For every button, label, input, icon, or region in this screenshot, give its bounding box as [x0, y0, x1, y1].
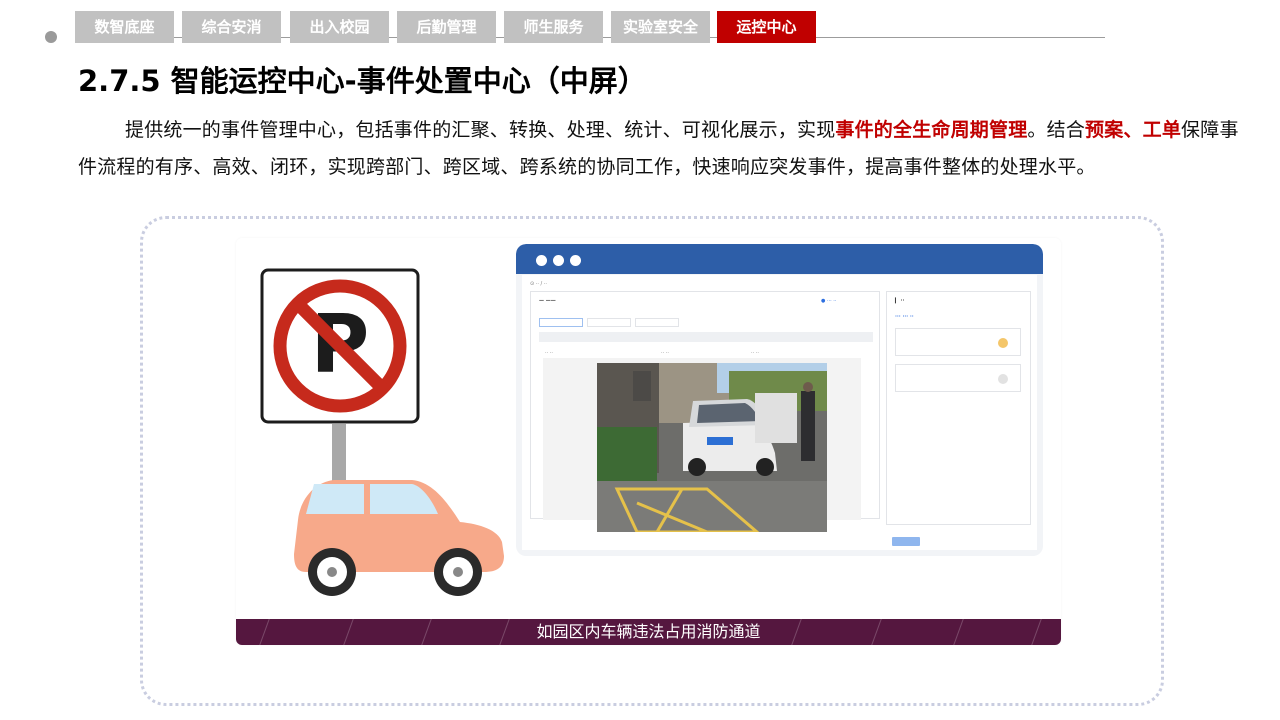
intro-paragraph: 提供统一的事件管理中心，包括事件的汇聚、转换、处理、统计、可视化展示，实现事件的… [78, 112, 1248, 186]
video-caption-bar: 如园区内车辆违法占用消防通道 [236, 619, 1061, 645]
intro-highlight-plan-order: 预案、工单 [1085, 119, 1182, 141]
event-detail-app: ⊙ ·· / ·· — —— ● ··· ·· ·· ·· ·· ·· ·· ·… [522, 275, 1037, 550]
bullet-dot [45, 31, 57, 43]
confirm-button [892, 537, 920, 546]
tab-churu-xiaoyuan[interactable]: 出入校园 [290, 11, 389, 43]
window-dot-icon [570, 255, 581, 266]
tab-shisheng-fuwu[interactable]: 师生服务 [504, 11, 603, 43]
demo-video-frame[interactable]: P ⊙ ·· / ·· — —— ● ··· ·· ·· [236, 238, 1061, 645]
parking-violation-photo [597, 363, 827, 532]
intro-highlight-lifecycle: 事件的全生命周期管理 [835, 119, 1028, 141]
window-dot-icon [553, 255, 564, 266]
intro-text-1: 提供统一的事件管理中心，包括事件的汇聚、转换、处理、统计、可视化展示，实现 [125, 119, 836, 141]
window-dot-icon [536, 255, 547, 266]
video-caption: 如园区内车辆违法占用消防通道 [536, 622, 761, 641]
browser-titlebar [516, 244, 1043, 274]
no-parking-car-illustration: P [260, 268, 504, 596]
event-confirm-panel: ▎ ·· ··· ··· ·· [886, 291, 1031, 525]
tab-yunkong-zhongxin[interactable]: 运控中心 [717, 11, 816, 43]
top-nav-tabs: 数智底座 综合安消 出入校园 后勤管理 师生服务 实验室安全 运控中心 [75, 11, 1105, 43]
page-title: 2.7.5 智能运控中心-事件处置中心（中屏） [78, 64, 647, 98]
tab-shiyanshi-anquan[interactable]: 实验室安全 [611, 11, 710, 43]
intro-text-2: 。结合 [1027, 119, 1086, 141]
tab-zonghe-anxiao[interactable]: 综合安消 [182, 11, 281, 43]
tab-shuzhi-dizuo[interactable]: 数智底座 [75, 11, 174, 43]
tab-houqin-guanli[interactable]: 后勤管理 [397, 11, 496, 43]
browser-mockup: ⊙ ·· / ·· — —— ● ··· ·· ·· ·· ·· ·· ·· ·… [516, 244, 1043, 556]
